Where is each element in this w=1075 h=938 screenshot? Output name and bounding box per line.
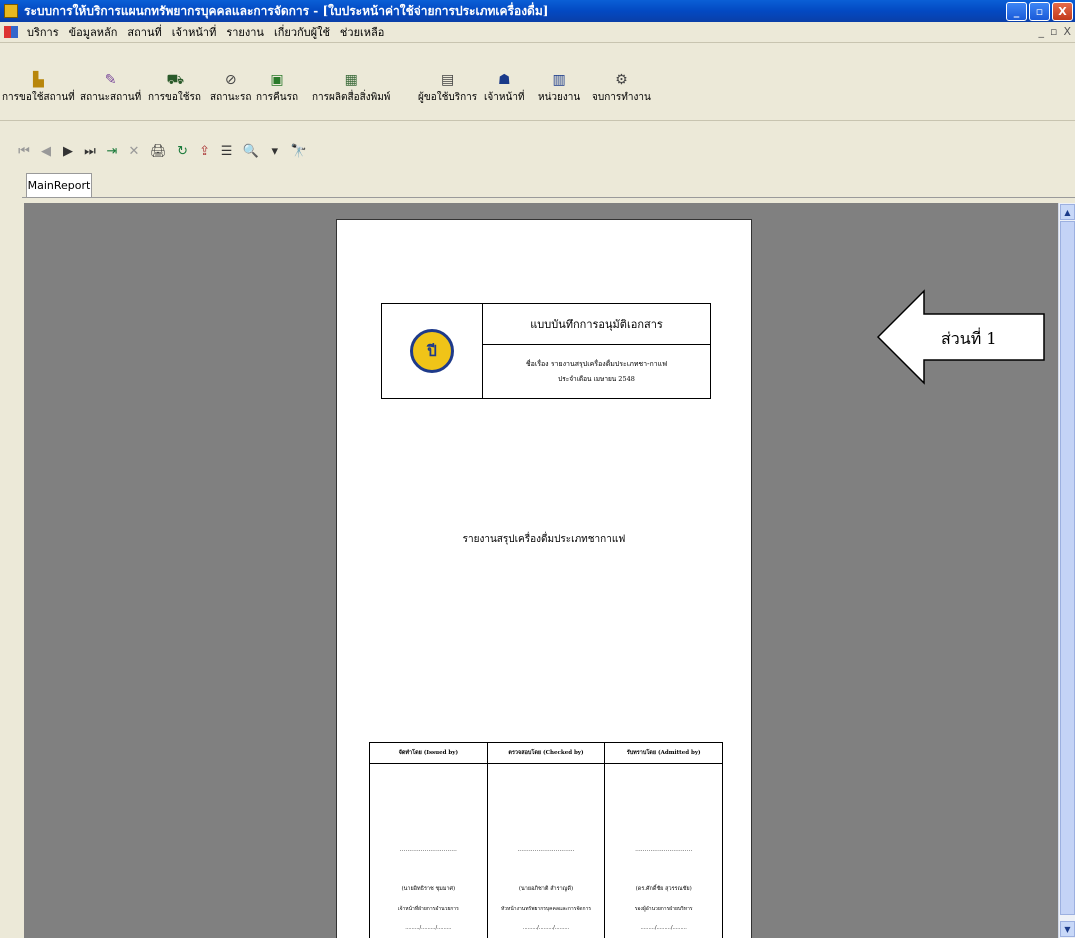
callout-text: ส่วนที่ 1 (941, 327, 997, 348)
menu-item-user[interactable]: เกี่ยวกับผู้ใช้ (269, 23, 335, 41)
zoom-icon[interactable]: 🔍 (243, 144, 259, 159)
signature-header: จัดทำโดย (Issued by) (370, 743, 487, 764)
last-page-icon[interactable]: ⏭ (84, 144, 96, 159)
toolbar-button-venue-status[interactable]: ✎ สถานะสถานที่ (80, 72, 141, 105)
toolbar-button-unit[interactable]: ▥ หน่วยงาน (538, 72, 580, 105)
mdi-minimize-button[interactable]: _ (1038, 25, 1044, 38)
signature-column-admitted: รับทราบโดย (Admitted by) ...............… (605, 743, 723, 938)
header-details: ชื่อเรื่อง รายงานสรุปเครื่องดื่มประเภทชา… (483, 345, 710, 398)
pencil-icon: ✎ (104, 72, 117, 88)
next-page-icon[interactable]: ▶ (62, 144, 74, 159)
tab-divider (22, 197, 1075, 198)
signature-date: ........./........./......... (522, 925, 570, 931)
car-outline-icon: ⊘ (224, 72, 237, 88)
signature-line: .............................. (635, 846, 693, 853)
signatory-name: (ดร.ศักดิ์ชัย สุวรรณชัย) (635, 886, 692, 892)
building-icon: ▙ (32, 72, 44, 88)
signature-column-checked: ตรวจสอบโดย (Checked by) ................… (487, 743, 606, 938)
print-icon[interactable]: 🖨 (150, 144, 167, 159)
menu-item-report[interactable]: รายงาน (221, 23, 269, 41)
signature-table: จัดทำโดย (Issued by) ...................… (369, 742, 723, 938)
staff-icon: ☗ (497, 72, 511, 88)
tab-main-report[interactable]: MainReport (26, 173, 92, 197)
approval-header-box: ปี แบบบันทึกการอนุมัติเอกสาร ชื่อเรื่อง … (381, 303, 711, 399)
menu-item-help[interactable]: ช่วยเหลือ (335, 23, 389, 41)
mdi-child-icon[interactable] (4, 26, 18, 38)
toolbar-button-staff[interactable]: ☗ เจ้าหน้าที่ (484, 72, 525, 105)
report-nav-toolbar: ⏮ ◀ ▶ ⏭ ⇥ ✕ 🖨 ↻ ⇪ ☰ 🔍 ▾ 🔭 (18, 140, 307, 162)
toolbar-button-venue-request[interactable]: ▙ การขอใช้สถานที่ (2, 72, 75, 105)
zoom-dropdown-icon[interactable]: ▾ (269, 144, 281, 159)
signature-line: .............................. (517, 846, 575, 853)
menu-item-location[interactable]: สถานที่ (122, 23, 166, 41)
logo-cell: ปี (382, 304, 483, 398)
signature-line: .............................. (399, 846, 457, 853)
header-title: แบบบันทึกการอนุมัติเอกสาร (483, 304, 710, 345)
signatory-name: (นายอิทธิราช ชุมมาศ) (401, 886, 456, 892)
report-preview-area[interactable]: ปี แบบบันทึกการอนุมัติเอกสาร ชื่อเรื่อง … (24, 203, 1058, 938)
toolbar-button-exit[interactable]: ⚙ จบการทำงาน (592, 72, 651, 105)
mdi-close-button[interactable]: X (1063, 25, 1071, 38)
search-icon[interactable]: 🔭 (291, 144, 307, 159)
signature-date: ........./........./......... (405, 925, 452, 931)
form-icon: ▤ (440, 72, 455, 88)
mdi-restore-button[interactable]: ▫ (1050, 25, 1057, 38)
signatory-position: รองผู้อำนวยการฝ่ายบริหาร (634, 906, 693, 912)
app-icon (4, 4, 18, 18)
signatory-name: (นายอภิชาติ สำราญดี) (518, 886, 574, 892)
toolbar-button-car-return[interactable]: ▣ การคืนรถ (256, 72, 298, 105)
signatory-position: หัวหน้างานทรัพยากรบุคคลและการจัดการ (500, 906, 592, 912)
menu-item-staff[interactable]: เจ้าหน้าที่ (167, 23, 222, 41)
window-title: ระบบการให้บริการแผนกทรัพยากรบุคคลและการจ… (24, 3, 549, 18)
group-tree-icon[interactable]: ☰ (221, 144, 233, 159)
title-bar[interactable]: ระบบการให้บริการแผนกทรัพยากรบุคคลและการจ… (0, 0, 1075, 22)
refresh-icon[interactable]: ↻ (177, 144, 189, 159)
header-text-area: แบบบันทึกการอนุมัติเอกสาร ชื่อเรื่อง ราย… (483, 304, 710, 398)
scroll-down-button[interactable]: ▼ (1060, 921, 1075, 937)
signature-header: รับทราบโดย (Admitted by) (605, 743, 723, 764)
return-icon: ▣ (270, 72, 284, 88)
report-page: ปี แบบบันทึกการอนุมัติเอกสาร ชื่อเรื่อง … (336, 219, 752, 938)
signatory-position: เจ้าหน้าที่ฝ่ายการอำนวยการ (397, 906, 459, 912)
signature-header: ตรวจสอบโดย (Checked by) (487, 743, 605, 764)
report-title: รายงานสรุปเครื่องดื่มประเภทชากาแฟ (462, 534, 626, 545)
unit-icon: ▥ (552, 72, 566, 88)
menu-item-master-data[interactable]: ข้อมูลหลัก (64, 23, 123, 41)
section-callout-arrow: ส่วนที่ 1 (876, 289, 1045, 385)
header-date: ประจำเดือน เมษายน 2548 (558, 375, 635, 383)
scroll-up-button[interactable]: ▲ (1060, 204, 1075, 220)
previous-page-icon[interactable]: ◀ (40, 144, 52, 159)
vertical-scrollbar[interactable]: ▲ ▼ (1058, 203, 1075, 938)
goto-page-icon[interactable]: ⇥ (106, 144, 118, 159)
printer-icon: ▦ (344, 72, 358, 88)
car-icon: ⛟ (166, 72, 185, 88)
toolbar-button-requester[interactable]: ▤ ผู้ขอใช้บริการ (418, 72, 477, 105)
toolbar-button-car-request[interactable]: ⛟ การขอใช้รถ (148, 72, 201, 105)
menu-bar: บริการ ข้อมูลหลัก สถานที่ เจ้าหน้าที่ รา… (0, 22, 1075, 43)
toolbar-button-car-status[interactable]: ⊘ สถานะรถ (210, 72, 251, 105)
first-page-icon[interactable]: ⏮ (18, 144, 30, 159)
maximize-button[interactable]: ▫ (1029, 2, 1050, 21)
export-icon[interactable]: ⇪ (199, 144, 211, 159)
menu-item-service[interactable]: บริการ (22, 23, 64, 41)
university-logo: ปี (410, 329, 454, 373)
close-button[interactable]: X (1052, 2, 1073, 21)
toolbar-button-printing[interactable]: ▦ การผลิตสื่อสิ่งพิมพ์ (312, 72, 390, 105)
close-view-icon[interactable]: ✕ (128, 144, 140, 159)
main-toolbar: ▙ การขอใช้สถานที่ ✎ สถานะสถานที่ ⛟ การขอ… (0, 64, 1075, 121)
minimize-button[interactable]: _ (1006, 2, 1027, 21)
scroll-thumb[interactable] (1060, 221, 1075, 915)
signature-column-issued: จัดทำโดย (Issued by) ...................… (370, 743, 488, 938)
exit-icon: ⚙ (615, 72, 628, 88)
header-subject: ชื่อเรื่อง รายงานสรุปเครื่องดื่มประเภทชา… (525, 360, 668, 368)
signature-date: ........./........./......... (640, 925, 687, 931)
